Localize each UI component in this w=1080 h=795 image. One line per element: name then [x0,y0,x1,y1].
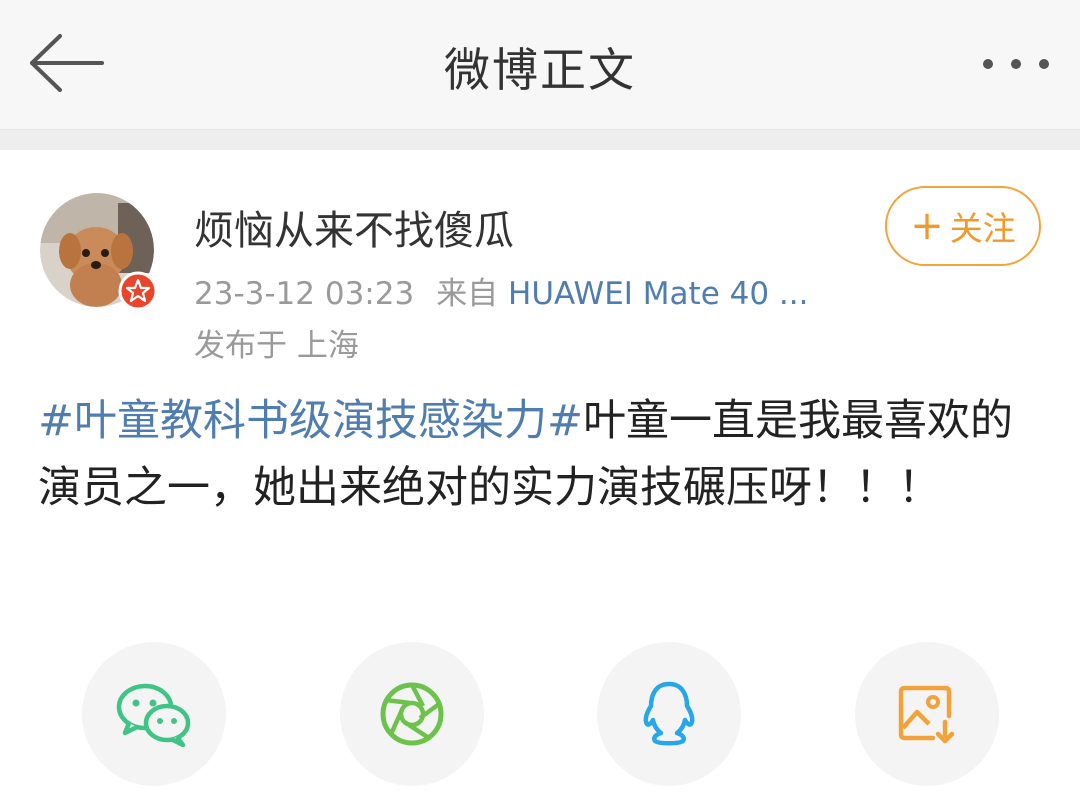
plus-icon: + [910,203,944,249]
more-dots-icon [983,59,1049,69]
post-location: 发布于 上海 [194,328,359,364]
device-link[interactable]: HUAWEI Mate 40 ... [508,276,808,312]
author-name[interactable]: 烦恼从来不找傻瓜 [194,198,514,256]
section-divider [0,130,1080,150]
wechat-icon [116,683,191,747]
save-image-button[interactable] [855,642,999,786]
save-image-icon [898,685,955,744]
source-prefix: 来自 [436,276,499,312]
qq-icon [643,681,695,746]
moments-icon [380,682,444,746]
follow-button[interactable]: + 关注 [885,186,1041,266]
share-moments-button[interactable] [340,642,484,786]
share-qq-button[interactable] [597,642,741,786]
verified-badge-icon [118,271,158,311]
avatar[interactable] [40,193,158,311]
top-bar: 微博正文 [0,0,1080,130]
topic-link[interactable]: #叶童教科书级演技感染力# [38,396,583,446]
post-meta: 23-3-12 03:23 来自 HUAWEI Mate 40 ... [194,268,808,313]
post-timestamp: 23-3-12 03:23 [194,276,415,312]
share-wechat-button[interactable] [82,642,226,786]
follow-label: 关注 [949,209,1016,248]
post-content: #叶童教科书级演技感染力#叶童一直是我最喜欢的演员之一，她出来绝对的实力演技碾压… [38,388,1048,522]
page-title: 微博正文 [444,43,636,97]
more-button[interactable] [980,44,1052,84]
